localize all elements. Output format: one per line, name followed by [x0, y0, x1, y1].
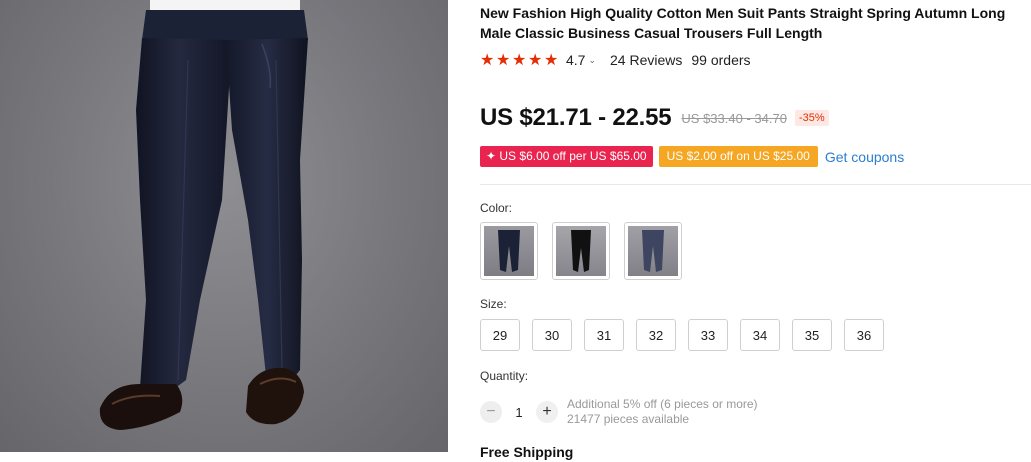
product-title: New Fashion High Quality Cotton Men Suit…: [480, 5, 1006, 41]
color-swatch-2[interactable]: [552, 222, 610, 280]
discount-badge: -35%: [794, 110, 829, 126]
get-coupons-link[interactable]: Get coupons: [825, 149, 904, 165]
original-price: US $33.40 - 34.70: [681, 110, 787, 126]
price-row: US $21.71 - 22.55 US $33.40 - 34.70 -35%: [480, 104, 829, 132]
size-label: Size:: [480, 297, 507, 311]
size-option[interactable]: 33: [688, 319, 728, 351]
size-options: 29 30 31 32 33 34 35 36: [480, 319, 884, 351]
product-main-image[interactable]: [0, 0, 448, 452]
pants-photo-illustration: [99, 0, 308, 430]
reviews-link[interactable]: 24 Reviews: [610, 52, 682, 68]
quantity-input[interactable]: 1: [502, 405, 536, 420]
increment-button[interactable]: +: [536, 401, 558, 423]
quantity-stepper: − 1 + Additional 5% off (6 pieces or mor…: [480, 397, 758, 427]
star-icon: ★: [496, 51, 511, 69]
size-option[interactable]: 29: [480, 319, 520, 351]
orders-count: 99 orders: [691, 52, 751, 68]
size-option[interactable]: 32: [636, 319, 676, 351]
divider: [480, 184, 1031, 185]
star-rating: ★ ★ ★ ★ ★: [480, 51, 559, 69]
free-shipping-label: Free Shipping: [480, 444, 574, 460]
swatch-image: [556, 226, 606, 276]
size-option[interactable]: 36: [844, 319, 884, 351]
color-label: Color:: [480, 201, 513, 215]
decrement-button[interactable]: −: [480, 401, 502, 423]
quantity-label: Quantity:: [480, 369, 529, 383]
current-price: US $21.71 - 22.55: [480, 104, 672, 131]
color-swatch-3[interactable]: [624, 222, 682, 280]
swatch-image: [484, 226, 534, 276]
bulk-discount-text: Additional 5% off (6 pieces or more): [567, 397, 758, 411]
star-icon: ★: [528, 51, 543, 69]
quantity-info: Additional 5% off (6 pieces or more) 214…: [567, 397, 758, 427]
star-icon: ★: [480, 51, 495, 69]
size-option[interactable]: 35: [792, 319, 832, 351]
size-option[interactable]: 34: [740, 319, 780, 351]
select-coupon-badge[interactable]: US $2.00 off on US $25.00: [658, 146, 818, 167]
size-option[interactable]: 31: [584, 319, 624, 351]
color-swatch-1[interactable]: [480, 222, 538, 280]
coupon-row: ✦ US $6.00 off per US $65.00 US $2.00 of…: [480, 146, 904, 167]
color-swatches: [480, 222, 682, 280]
star-icon: ★: [544, 51, 559, 69]
rating-row: ★ ★ ★ ★ ★ 4.7 ⌄ 24 Reviews 99 orders: [480, 52, 751, 68]
chevron-down-icon[interactable]: ⌄: [588, 55, 596, 66]
store-coupon-badge[interactable]: ✦ US $6.00 off per US $65.00: [480, 146, 653, 167]
size-option[interactable]: 30: [532, 319, 572, 351]
star-icon: ★: [512, 51, 527, 69]
stock-available-text: 21477 pieces available: [567, 412, 690, 426]
swatch-image: [628, 226, 678, 276]
rating-value[interactable]: 4.7: [566, 52, 585, 68]
